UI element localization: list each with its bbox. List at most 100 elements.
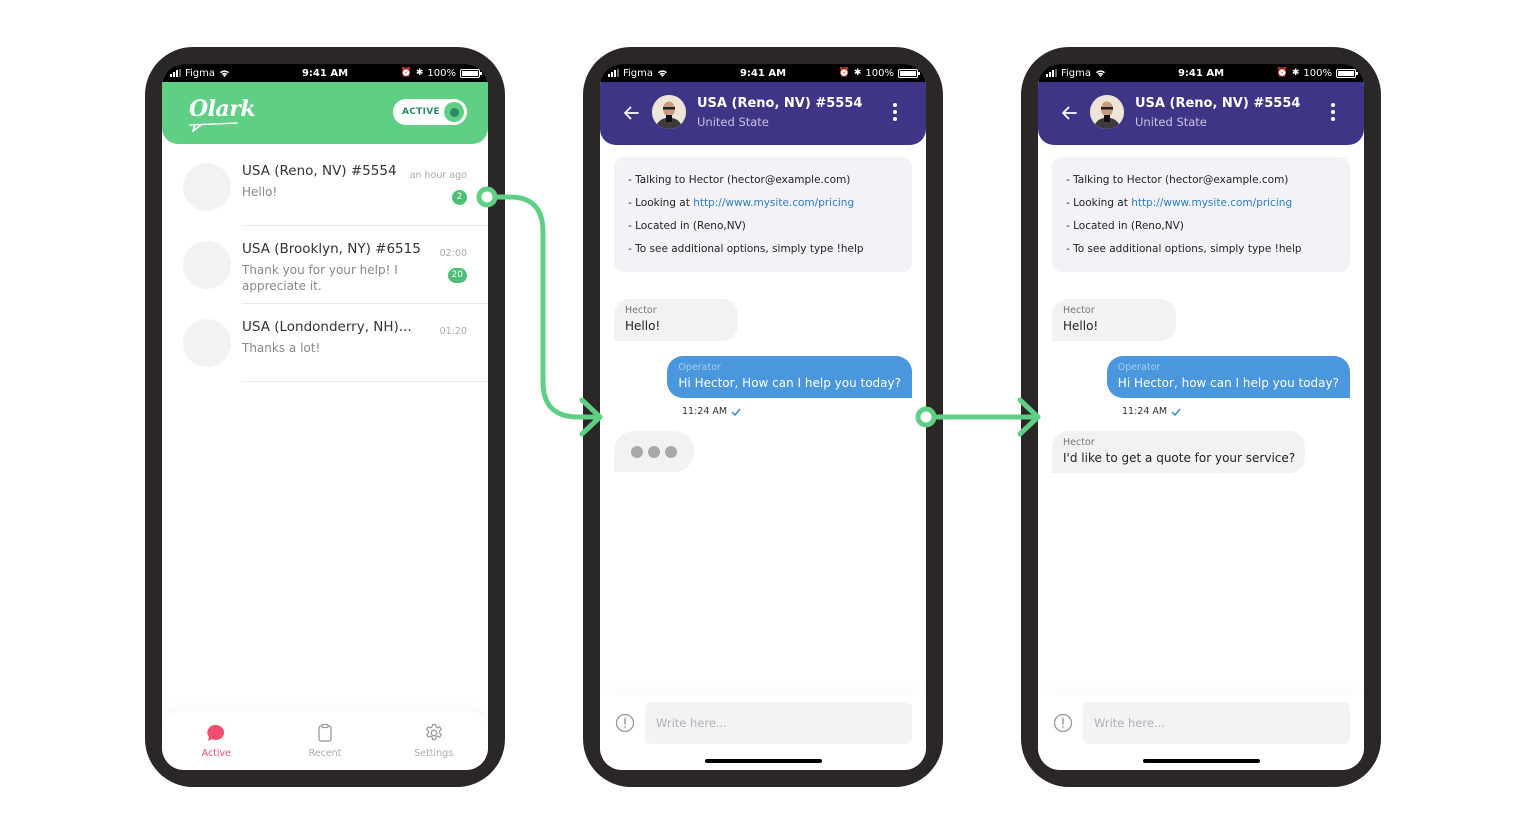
message-text: Hi Hector, How can I help you today? (678, 376, 901, 390)
message-text: Hello! (1063, 319, 1099, 333)
alert-icon[interactable] (1053, 713, 1073, 733)
clock: 9:41 AM (301, 67, 349, 79)
info-line: - Talking to Hector (hector@example.com) (628, 174, 851, 186)
message-text: I'd like to get a quote for your service… (1063, 451, 1296, 465)
info-prefix: - Looking at (1066, 197, 1132, 209)
conversation-time: 02:00 (439, 248, 467, 259)
status-bar: Figma 9:41 AM ⏰ ✱ 100% (600, 64, 926, 82)
unread-badge: 2 (452, 190, 467, 205)
alarm-icon: ⏰ (1276, 68, 1288, 78)
message-input[interactable] (1083, 702, 1350, 744)
bottom-tab-bar: Active Recent Settings (162, 712, 488, 770)
message-timestamp: 11:24 AM (682, 406, 741, 417)
back-arrow-icon[interactable] (1060, 104, 1078, 122)
message-incoming: Hector Hello! (614, 299, 738, 341)
conversation-name: USA (Brooklyn, NY) #6515 (242, 241, 421, 257)
signal-icon (1046, 69, 1057, 77)
visitor-info-card: - Talking to Hector (hector@example.com)… (1052, 157, 1350, 272)
more-options-icon[interactable] (1330, 103, 1336, 121)
conversation-name: USA (Londonderry, NH)... (242, 319, 412, 335)
divider (242, 381, 488, 382)
bluetooth-icon: ✱ (415, 68, 424, 78)
message-input[interactable] (645, 702, 912, 744)
chat-title: USA (Reno, NV) #5554 (697, 96, 863, 111)
clock: 9:41 AM (739, 67, 787, 79)
chat-subtitle: United State (697, 115, 769, 129)
conversation-time: 01:20 (439, 326, 467, 337)
toggle-knob (444, 102, 464, 122)
battery-icon (1336, 68, 1358, 78)
chat-title: USA (Reno, NV) #5554 (1135, 96, 1301, 111)
info-line: - Looking at http://www.mysite.com/prici… (628, 192, 898, 215)
tab-settings[interactable]: Settings (379, 712, 488, 770)
message-sender: Hector (1063, 437, 1095, 448)
alarm-icon: ⏰ (838, 68, 850, 78)
message-text: Hi Hector, how can I help you today? (1117, 376, 1339, 390)
visited-page-link[interactable]: http://www.mysite.com/pricing (1131, 197, 1292, 209)
avatar (183, 163, 231, 211)
conversation-name: USA (Reno, NV) #5554 (242, 163, 397, 179)
wifi-icon (1096, 70, 1106, 77)
more-options-icon[interactable] (892, 103, 898, 121)
tab-active[interactable]: Active (162, 712, 271, 770)
carrier-label: Figma (623, 67, 654, 79)
visited-page-link[interactable]: http://www.mysite.com/pricing (693, 197, 854, 209)
conversation-list: USA (Reno, NV) #5554 Hello! an hour ago … (162, 148, 488, 382)
message-sender: Hector (625, 305, 657, 316)
info-line: - Looking at http://www.mysite.com/prici… (1066, 192, 1336, 215)
back-arrow-icon[interactable] (622, 104, 640, 122)
screen-conversation-list: Figma 9:41 AM ⏰ ✱ 100% Olark ACTIVE USA … (162, 64, 488, 770)
battery-label: 100% (1303, 67, 1332, 79)
conversation-item[interactable]: USA (Reno, NV) #5554 Hello! an hour ago … (162, 148, 488, 226)
tab-recent[interactable]: Recent (271, 712, 380, 770)
info-line: - Located in (Reno,NV) (1066, 220, 1184, 232)
unread-badge: 20 (447, 268, 467, 283)
info-line: - To see additional options, simply type… (628, 243, 864, 255)
battery-icon (898, 68, 920, 78)
message-incoming: Hector I'd like to get a quote for your … (1052, 431, 1306, 473)
message-composer (600, 694, 926, 770)
message-outgoing: Operator Hi Hector, how can I help you t… (1106, 356, 1350, 398)
checkmark-icon (1171, 408, 1181, 416)
message-sender: Operator (678, 362, 721, 373)
conversation-time: an hour ago (409, 170, 467, 181)
tab-label: Settings (414, 748, 454, 759)
message-text: Hello! (625, 319, 661, 333)
typing-indicator (614, 431, 694, 472)
tab-label: Active (201, 748, 232, 759)
carrier-label: Figma (185, 67, 216, 79)
bluetooth-icon: ✱ (1291, 68, 1300, 78)
checkmark-icon (731, 408, 741, 416)
conversation-item[interactable]: USA (Brooklyn, NY) #6515 Thank you for y… (162, 226, 488, 304)
phone-chat-typing: Figma 9:41 AM ⏰ ✱ 100% USA (Reno, NV) #5… (583, 47, 943, 787)
carrier-label: Figma (1061, 67, 1092, 79)
status-toggle[interactable]: ACTIVE (393, 99, 467, 125)
avatar (1090, 95, 1124, 129)
home-indicator (1143, 759, 1260, 763)
chat-subtitle: United State (1135, 115, 1207, 129)
info-line: - Talking to Hector (hector@example.com) (1066, 174, 1289, 186)
info-line: - To see additional options, simply type… (1066, 243, 1302, 255)
gear-icon (425, 723, 442, 741)
olark-logo: Olark (189, 96, 256, 122)
logo-speech-tail-icon (189, 122, 238, 132)
wifi-icon (220, 70, 230, 77)
wifi-icon (658, 70, 668, 77)
status-bar: Figma 9:41 AM ⏰ ✱ 100% (1038, 64, 1364, 82)
home-indicator (705, 759, 822, 763)
timestamp-text: 11:24 AM (682, 406, 728, 417)
clipboard-icon (318, 723, 332, 742)
alert-icon[interactable] (615, 713, 635, 733)
visitor-info-card: - Talking to Hector (hector@example.com)… (614, 157, 912, 272)
conversation-item[interactable]: USA (Londonderry, NH)... Thanks a lot! 0… (162, 304, 488, 382)
status-bar: Figma 9:41 AM ⏰ ✱ 100% (162, 64, 488, 82)
info-prefix: - Looking at (628, 197, 694, 209)
screen-chat-typing: Figma 9:41 AM ⏰ ✱ 100% USA (Reno, NV) #5… (600, 64, 926, 770)
clock: 9:41 AM (1177, 67, 1225, 79)
battery-label: 100% (865, 67, 894, 79)
conversation-preview: Thanks a lot! (242, 341, 321, 355)
bluetooth-icon: ✱ (853, 68, 862, 78)
conversation-preview: Hello! (242, 185, 278, 199)
message-composer (1038, 694, 1364, 770)
battery-label: 100% (427, 67, 456, 79)
